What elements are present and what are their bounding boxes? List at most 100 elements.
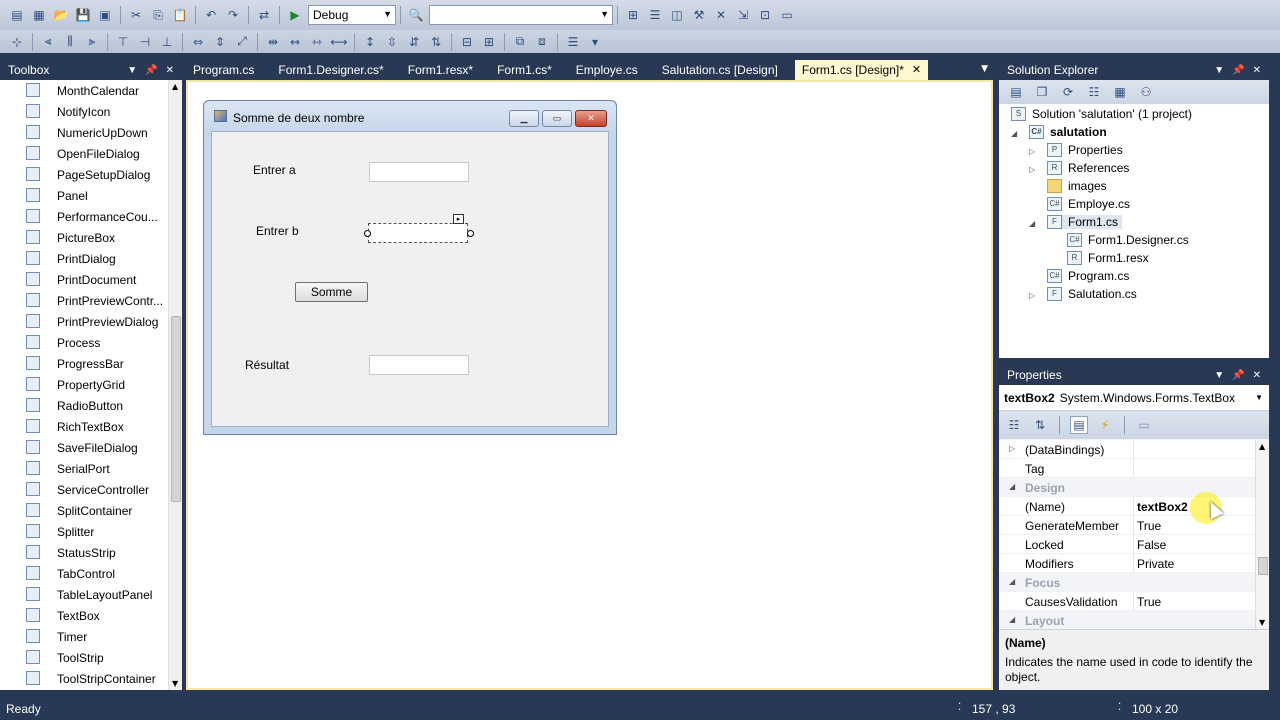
dropdown-icon[interactable]: ▼: [1214, 370, 1224, 381]
property-value[interactable]: textBox2: [1137, 500, 1188, 514]
textbox-b-selected[interactable]: [368, 223, 468, 243]
scroll-down-icon[interactable]: ▼: [172, 679, 178, 688]
collapse-icon[interactable]: ◢: [1009, 615, 1015, 624]
view-code-icon[interactable]: ☷: [1085, 83, 1103, 101]
paste-icon[interactable]: 📋: [171, 6, 189, 24]
close-tab-icon[interactable]: ✕: [912, 63, 921, 76]
property-row-modifiers[interactable]: Modifiers Private: [999, 554, 1255, 573]
toolbox-scrollbar[interactable]: ▲ ▼: [168, 80, 182, 690]
smart-tag-icon[interactable]: ▸: [453, 214, 464, 224]
expand-icon[interactable]: ▷: [1029, 291, 1035, 300]
h-spacing-decrease-icon[interactable]: ⇿: [308, 33, 326, 51]
expand-icon[interactable]: ▷: [1029, 165, 1035, 174]
dropdown-icon[interactable]: ▼: [1214, 65, 1224, 76]
toolbox-item[interactable]: TextBox TextBox: [0, 605, 168, 626]
toolbox-item[interactable]: PrintDocument PrintDocument: [0, 269, 168, 290]
property-grid-scrollbar[interactable]: ▲ ▼: [1255, 440, 1269, 629]
copy-icon[interactable]: ⎘: [149, 6, 167, 24]
textbox-result[interactable]: [369, 355, 469, 375]
show-all-files-icon[interactable]: ❐: [1033, 83, 1051, 101]
category-focus[interactable]: ◢ Focus: [999, 573, 1255, 592]
tab-form1-designer-cs[interactable]: Form1.Designer.cs*: [271, 60, 390, 80]
configuration-select[interactable]: Debug ▼: [308, 5, 396, 25]
v-spacing-remove-icon[interactable]: ⇅: [427, 33, 445, 51]
center-vertically-icon[interactable]: ⊞: [480, 33, 498, 51]
collapse-icon[interactable]: ◢: [1009, 482, 1015, 491]
save-all-icon[interactable]: ▣: [96, 6, 114, 24]
view-designer-icon[interactable]: ▦: [1111, 83, 1129, 101]
v-spacing-decrease-icon[interactable]: ⇵: [405, 33, 423, 51]
toolbox-item[interactable]: Splitter Splitter: [0, 521, 168, 542]
toolbar-options-icon[interactable]: ▾: [586, 33, 604, 51]
toolbox-item[interactable]: SerialPort SerialPort: [0, 458, 168, 479]
scroll-thumb[interactable]: [171, 316, 181, 502]
toolbox-item[interactable]: PropertyGrid PropertyGrid: [0, 374, 168, 395]
tab-employe-cs[interactable]: Employe.cs: [569, 60, 645, 80]
property-value[interactable]: Private: [1137, 557, 1174, 571]
toolbox-item[interactable]: MonthCalendar MonthCalendar: [0, 80, 168, 101]
pin-icon[interactable]: 📌: [145, 65, 157, 76]
property-row-locked[interactable]: Locked False: [999, 535, 1255, 554]
scroll-up-icon[interactable]: ▲: [1259, 442, 1265, 451]
open-file-icon[interactable]: 📂: [52, 6, 70, 24]
toolbox-item[interactable]: Timer Timer: [0, 626, 168, 647]
tree-node-form1-designer[interactable]: C# Form1.Designer.cs: [1067, 233, 1189, 247]
categorized-icon[interactable]: ☷: [1005, 416, 1023, 434]
tab-program-cs[interactable]: Program.cs: [186, 60, 261, 80]
form-window[interactable]: Somme de deux nombre ▁ ▭ ✕ Entrer a Entr…: [203, 100, 617, 435]
navigate-icon[interactable]: ⇄: [255, 6, 273, 24]
events-icon[interactable]: ⚡: [1096, 416, 1114, 434]
class-diagram-icon[interactable]: ⚇: [1137, 83, 1155, 101]
toolbox-item[interactable]: TableLayoutPanel TableLayoutPanel: [0, 584, 168, 605]
extension-icon[interactable]: ⊡: [756, 6, 774, 24]
collapse-icon[interactable]: ◢: [1011, 129, 1017, 138]
h-spacing-increase-icon[interactable]: ↔: [286, 33, 304, 51]
expand-icon[interactable]: ▷: [1029, 147, 1035, 156]
project-node[interactable]: C# salutation: [1029, 125, 1107, 139]
toolbox-item[interactable]: StatusStrip StatusStrip: [0, 542, 168, 563]
object-selector[interactable]: textBox2 System.Windows.Forms.TextBox ▼: [999, 385, 1269, 411]
property-row-databindings[interactable]: ▷ (DataBindings): [999, 440, 1255, 459]
toolbox-item[interactable]: ServiceController ServiceController: [0, 479, 168, 500]
undo-icon[interactable]: ↶: [202, 6, 220, 24]
tab-salutation-design[interactable]: Salutation.cs [Design]: [655, 60, 785, 80]
align-top-icon[interactable]: ⊤: [114, 33, 132, 51]
scroll-thumb[interactable]: [1258, 557, 1268, 575]
toolbox-item[interactable]: PageSetupDialog PageSetupDialog: [0, 164, 168, 185]
category-design[interactable]: ◢ Design: [999, 478, 1255, 497]
find-icon[interactable]: 🔍: [407, 6, 425, 24]
resize-handle-right[interactable]: [467, 230, 474, 237]
toolbox-item[interactable]: ToolStripContainer ToolStripContainer: [0, 668, 168, 689]
h-spacing-equal-icon[interactable]: ⇹: [264, 33, 282, 51]
properties-icon[interactable]: ☰: [646, 6, 664, 24]
tools-icon[interactable]: ✕: [712, 6, 730, 24]
cut-icon[interactable]: ✂: [127, 6, 145, 24]
object-browser-icon[interactable]: ◫: [668, 6, 686, 24]
toolbox-item[interactable]: PrintPreviewContr... PrintPreviewContr...: [0, 290, 168, 311]
tree-node-properties[interactable]: P Properties: [1047, 143, 1123, 157]
toolbox-item[interactable]: ProgressBar ProgressBar: [0, 353, 168, 374]
start-debug-icon[interactable]: ▶: [286, 6, 304, 24]
v-spacing-equal-icon[interactable]: ↕: [361, 33, 379, 51]
property-value[interactable]: True: [1137, 595, 1161, 609]
tab-order-icon[interactable]: ☰: [564, 33, 582, 51]
tree-node-form1[interactable]: F Form1.cs: [1047, 215, 1123, 229]
toolbox-item[interactable]: Panel Panel: [0, 185, 168, 206]
collapse-icon[interactable]: ◢: [1029, 219, 1035, 228]
toolbox-item[interactable]: PrintPreviewDialog PrintPreviewDialog: [0, 311, 168, 332]
toolbox-item[interactable]: RichTextBox RichTextBox: [0, 416, 168, 437]
redo-icon[interactable]: ↷: [224, 6, 242, 24]
properties-view-icon[interactable]: ▤: [1070, 416, 1088, 434]
tree-node-references[interactable]: R References: [1047, 161, 1129, 175]
align-left-icon[interactable]: ⫷: [39, 33, 57, 51]
v-spacing-increase-icon[interactable]: ⇳: [383, 33, 401, 51]
toolbox-item[interactable]: PerformanceCou... PerformanceCou...: [0, 206, 168, 227]
center-horizontally-icon[interactable]: ⊟: [458, 33, 476, 51]
pin-icon[interactable]: 📌: [1232, 65, 1244, 76]
resize-handle-left[interactable]: [364, 230, 371, 237]
dropdown-icon[interactable]: ▼: [127, 65, 137, 76]
tab-form1-resx[interactable]: Form1.resx*: [401, 60, 480, 80]
toolbox-item[interactable]: SaveFileDialog SaveFileDialog: [0, 437, 168, 458]
close-icon[interactable]: ✕: [1253, 65, 1261, 76]
toolbox-item[interactable]: NotifyIcon NotifyIcon: [0, 101, 168, 122]
